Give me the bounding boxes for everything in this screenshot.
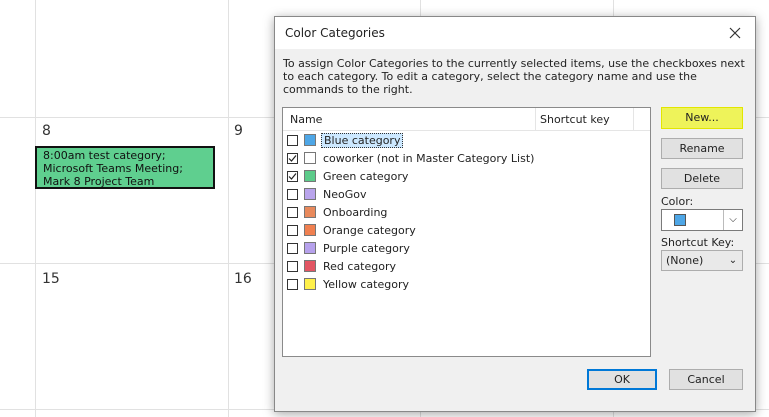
checkmark-icon — [288, 155, 297, 162]
dialog-title: Color Categories — [285, 26, 385, 40]
close-button[interactable] — [723, 23, 747, 43]
category-label[interactable]: Green category — [323, 170, 408, 183]
checkmark-icon — [288, 173, 297, 180]
day-number[interactable]: 8 — [42, 123, 51, 139]
category-row[interactable]: Purple category — [283, 240, 648, 258]
category-row[interactable]: Blue category — [283, 132, 648, 150]
category-row[interactable]: Onboarding — [283, 204, 648, 222]
calendar-event[interactable]: 8:00am test category; Microsoft Teams Me… — [35, 146, 215, 189]
category-label[interactable]: Red category — [323, 260, 396, 273]
color-label: Color: — [661, 195, 694, 208]
category-row[interactable]: Red category — [283, 258, 648, 276]
color-categories-dialog: Color Categories To assign Color Categor… — [274, 16, 756, 412]
category-checkbox[interactable] — [287, 135, 298, 146]
calendar-grid-line — [35, 0, 36, 417]
column-header-name[interactable]: Name — [290, 113, 322, 126]
category-label[interactable]: Orange category — [323, 224, 416, 237]
category-color-swatch — [304, 152, 316, 164]
category-checkbox[interactable] — [287, 207, 298, 218]
category-row[interactable]: coworker (not in Master Category List) — [283, 150, 648, 168]
category-checkbox[interactable] — [287, 243, 298, 254]
shortcut-key-label: Shortcut Key: — [661, 236, 735, 249]
shortcut-key-select[interactable]: (None) ⌄ — [661, 250, 743, 271]
category-label[interactable]: Purple category — [323, 242, 410, 255]
calendar-grid-line — [228, 0, 229, 417]
day-number[interactable]: 16 — [234, 271, 252, 287]
category-checkbox[interactable] — [287, 225, 298, 236]
category-color-swatch — [304, 170, 316, 182]
category-label[interactable]: Blue category — [321, 133, 404, 148]
new-button[interactable]: New... — [661, 107, 743, 129]
category-color-swatch — [304, 134, 316, 146]
category-label[interactable]: Onboarding — [323, 206, 387, 219]
category-color-swatch — [304, 260, 316, 272]
category-row[interactable]: Orange category — [283, 222, 648, 240]
column-divider[interactable] — [633, 108, 634, 130]
delete-button[interactable]: Delete — [661, 168, 743, 189]
category-checkbox[interactable] — [287, 171, 298, 182]
category-color-swatch — [304, 278, 316, 290]
rename-button[interactable]: Rename — [661, 138, 743, 159]
ok-button[interactable]: OK — [587, 369, 657, 390]
category-row[interactable]: Yellow category — [283, 276, 648, 294]
color-picker[interactable]: ⌵ — [661, 209, 743, 231]
color-swatch — [674, 214, 686, 226]
list-header: Name Shortcut key — [283, 108, 650, 131]
category-color-swatch — [304, 224, 316, 236]
category-label[interactable]: coworker (not in Master Category List) — [323, 152, 534, 165]
cancel-button[interactable]: Cancel — [669, 369, 743, 390]
column-divider[interactable] — [535, 108, 536, 130]
category-checkbox[interactable] — [287, 261, 298, 272]
category-checkbox[interactable] — [287, 153, 298, 164]
category-label[interactable]: Yellow category — [323, 278, 409, 291]
category-checkbox[interactable] — [287, 189, 298, 200]
dialog-description: To assign Color Categories to the curren… — [283, 57, 745, 96]
close-icon — [729, 27, 741, 39]
dialog-titlebar[interactable]: Color Categories — [275, 17, 755, 49]
category-list[interactable]: Name Shortcut key Blue category coworker … — [282, 107, 651, 357]
category-color-swatch — [304, 206, 316, 218]
category-color-swatch — [304, 188, 316, 200]
chevron-down-icon: ⌄ — [728, 255, 738, 266]
category-row[interactable]: Green category — [283, 168, 648, 186]
day-number[interactable]: 15 — [42, 271, 60, 287]
category-row[interactable]: NeoGov — [283, 186, 648, 204]
category-label[interactable]: NeoGov — [323, 188, 367, 201]
column-header-shortcut[interactable]: Shortcut key — [540, 113, 610, 126]
day-number[interactable]: 9 — [234, 123, 243, 139]
shortcut-key-value: (None) — [666, 254, 704, 267]
chevron-down-icon[interactable]: ⌵ — [723, 210, 742, 230]
category-color-swatch — [304, 242, 316, 254]
category-checkbox[interactable] — [287, 279, 298, 290]
